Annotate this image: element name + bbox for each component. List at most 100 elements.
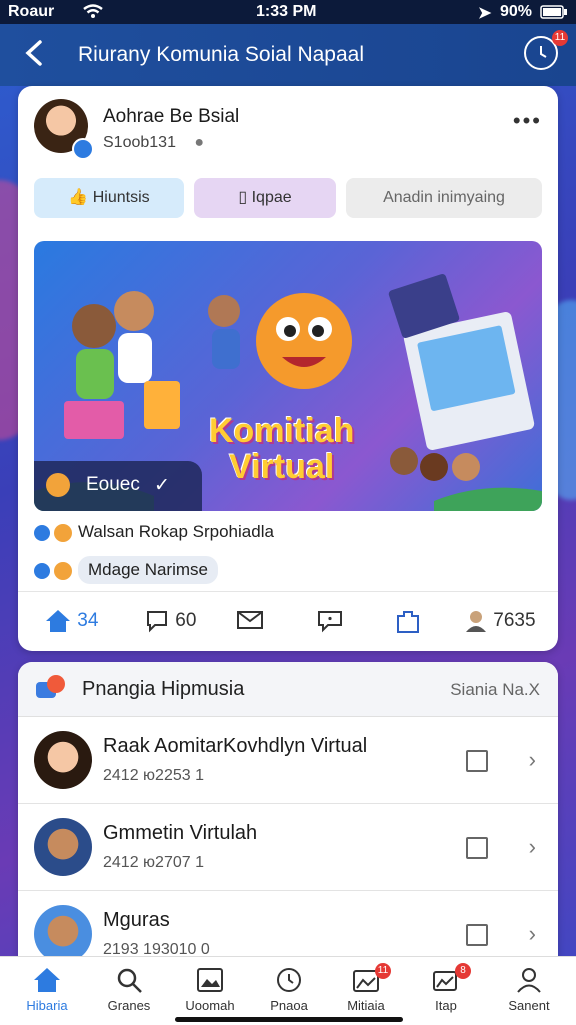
save-pill-button[interactable]: ▯ Iqpae <box>194 178 336 218</box>
row-name: Mguras <box>103 909 170 931</box>
tab-label: Uoomah <box>185 998 235 1013</box>
tab-label: Hibaria <box>26 998 68 1013</box>
user-action-button[interactable]: 7635 <box>464 608 536 634</box>
check-circle-icon: ✓ <box>154 475 170 496</box>
history-icon <box>277 968 301 992</box>
user-icon <box>466 611 486 632</box>
banner-badge-label: Eouec <box>86 474 140 495</box>
post-tag[interactable]: Mdage Narimse <box>78 556 218 584</box>
home-action-count: 34 <box>77 610 99 632</box>
puzzle-action-button[interactable] <box>394 608 422 636</box>
tab-search[interactable]: Granes <box>88 957 170 1025</box>
group-list-card: Pnangia Hipmusia Siania Na.X Raak Aomita… <box>18 662 558 982</box>
share-pill-button[interactable]: Anadin inimyaing <box>346 178 542 218</box>
tab-label: Mitiaia <box>347 998 385 1013</box>
like-pill-button[interactable]: 👍 Hiuntsis <box>34 178 184 218</box>
tab-media[interactable]: 11 Mitiaia <box>325 957 407 1025</box>
tab-profile[interactable]: Sanent <box>488 957 570 1025</box>
wifi-icon <box>82 3 104 22</box>
post-card: Aohrae Be Bsial S1oob131 ● ••• 👍 Hiuntsi… <box>18 86 558 651</box>
tab-label: Sanent <box>508 998 550 1013</box>
tab-label: Granes <box>107 998 151 1013</box>
image-icon <box>197 968 223 992</box>
chevron-right-icon: › <box>528 834 536 859</box>
post-line-1-text: Walsan Rokap Srpohiadla <box>78 522 274 541</box>
list-item[interactable]: Gmmetin Virtulah 2412 ю2707 1 › <box>18 804 558 891</box>
tag-icon: ▯ <box>238 189 248 206</box>
row-sub: 2412 ю2707 1 <box>103 854 204 871</box>
share-pill-label: Anadin inimyaing <box>383 189 505 206</box>
tab-badge: 8 <box>455 963 471 979</box>
post-author[interactable]: Aohrae Be Bsial <box>103 106 239 128</box>
mail-action-button[interactable] <box>236 608 264 632</box>
comment-action-button[interactable]: 60 <box>144 608 196 634</box>
tab-history[interactable]: Pnaoa <box>248 957 330 1025</box>
back-arrow-icon[interactable] <box>22 38 48 68</box>
row-checkbox[interactable] <box>466 837 488 859</box>
status-time: 1:33 PM <box>256 3 317 20</box>
profile-icon <box>517 968 541 993</box>
post-action-bar: 34 60 7635 <box>18 591 558 652</box>
chat-action-button[interactable] <box>316 608 344 634</box>
clock-icon <box>540 46 547 58</box>
save-pill-label: Iqpae <box>251 189 292 206</box>
user-action-count: 7635 <box>493 610 536 632</box>
check-icon <box>34 562 50 579</box>
post-banner-image[interactable]: Komitiah Virtual Eouec ✓ <box>34 241 542 511</box>
home-action-button[interactable]: 34 <box>44 608 98 634</box>
row-avatar <box>34 905 92 963</box>
list-title: Pnangia Hipmusia <box>82 678 245 700</box>
list-item[interactable]: Raak AomitarKovhdlyn Virtual 2412 ю2253 … <box>18 717 558 804</box>
banner-title-line1: Komitiah <box>209 412 355 450</box>
puzzle-icon <box>397 611 419 633</box>
thumbs-up-icon: 👍 <box>68 189 89 206</box>
globe-icon: ● <box>194 134 205 151</box>
check-icon <box>34 524 50 541</box>
post-line-1: Walsan Rokap Srpohiadla <box>34 522 274 542</box>
chevron-right-icon: › <box>528 747 536 772</box>
chat-bubble-icon <box>34 674 66 702</box>
list-header: Pnangia Hipmusia Siania Na.X <box>18 662 558 717</box>
row-name: Gmmetin Virtulah <box>103 822 258 844</box>
mini-avatar <box>54 561 72 580</box>
mail-icon <box>237 611 263 629</box>
post-meta: S1oob131 ● <box>103 134 204 152</box>
verified-icon <box>72 138 94 160</box>
row-avatar <box>34 731 92 789</box>
badge-avatar <box>46 473 70 497</box>
post-line-2: Mdage Narimse <box>34 556 218 584</box>
more-options-icon[interactable]: ••• <box>513 108 542 134</box>
home-icon <box>34 968 60 992</box>
list-subtitle[interactable]: Siania Na.X <box>450 680 540 700</box>
like-pill-label: Hiuntsis <box>92 189 150 206</box>
tab-gallery[interactable]: Uoomah <box>169 957 251 1025</box>
comment-icon <box>147 611 167 633</box>
banner-title-line2: Virtual <box>229 448 335 486</box>
banner-title: Komitiah Virtual <box>209 413 354 485</box>
banner-badge[interactable]: Eouec ✓ <box>34 461 202 511</box>
battery-icon <box>540 5 568 24</box>
battery-label: 90% <box>500 3 533 20</box>
page-title: Riurany Komunia Soial Napaal <box>78 43 364 66</box>
carrier-label: Roaur <box>8 3 55 20</box>
home-indicator <box>175 1017 403 1022</box>
chevron-right-icon: › <box>528 921 536 946</box>
row-name: Raak AomitarKovhdlyn Virtual <box>103 735 368 757</box>
tab-badge: 11 <box>375 963 391 979</box>
chat-icon <box>318 611 342 633</box>
row-sub: 2412 ю2253 1 <box>103 767 204 784</box>
status-bar: Roaur 1:33 PM ➤ 90% <box>0 0 576 24</box>
tab-label: Pnaoa <box>270 998 308 1013</box>
comment-action-count: 60 <box>175 610 197 632</box>
row-checkbox[interactable] <box>466 750 488 772</box>
bottom-tab-bar: Hibaria Granes Uoomah Pnaoa 11 Mitiaia 8… <box>0 956 576 1025</box>
row-checkbox[interactable] <box>466 924 488 946</box>
location-icon: ➤ <box>478 5 492 22</box>
app-header: Riurany Komunia Soial Napaal 11 <box>0 24 576 86</box>
home-icon <box>46 610 70 632</box>
mini-avatar <box>54 523 72 542</box>
tab-home[interactable]: Hibaria <box>6 957 88 1025</box>
notification-badge: 11 <box>552 30 568 46</box>
post-meta-text: S1oob131 <box>103 134 176 151</box>
tab-map[interactable]: 8 Itap <box>405 957 487 1025</box>
